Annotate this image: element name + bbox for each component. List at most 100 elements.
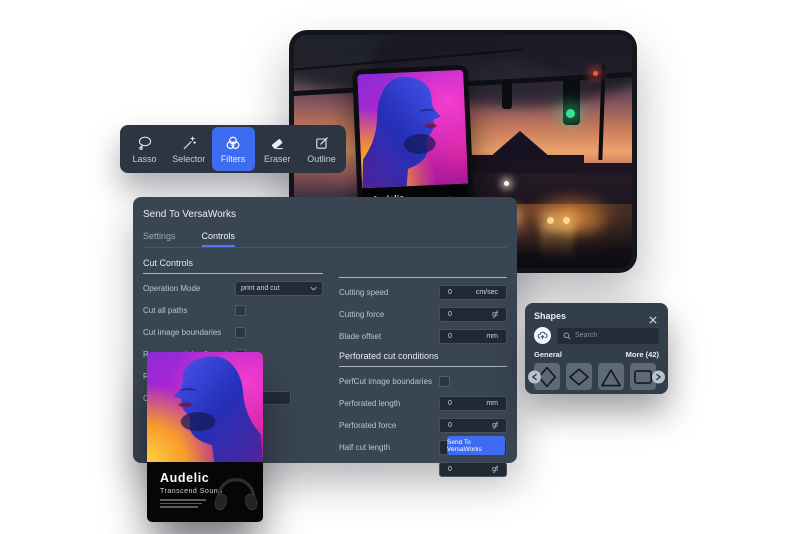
- checkbox-perfcut-image-boundaries[interactable]: [439, 376, 450, 387]
- tool-label: Filters: [221, 154, 246, 164]
- audelic-poster: Audelic Transcend Sound: [147, 352, 263, 522]
- field-label: Operation Mode: [143, 284, 200, 293]
- field-unit: gf: [492, 422, 498, 429]
- shape-search-box: [557, 328, 659, 344]
- eraser-icon: [269, 135, 285, 151]
- field-value: 0: [448, 333, 452, 340]
- shape-tile-diamond[interactable]: [566, 363, 592, 390]
- shape-tiles: [534, 363, 659, 390]
- field-label: Perforated force: [339, 421, 396, 430]
- field-unit: gf: [492, 466, 498, 473]
- checkbox-row: Cut all paths: [143, 299, 323, 321]
- lasso-icon: [137, 135, 153, 151]
- field-label: Cutting force: [339, 310, 384, 319]
- filters-icon: [225, 135, 241, 151]
- field-label: Cut all paths: [143, 306, 187, 315]
- field-label: Blade offset: [339, 332, 381, 341]
- car-headlight: [547, 217, 554, 224]
- tab-controls[interactable]: Controls: [202, 231, 236, 247]
- param-row: Perforated force 0 gf: [339, 414, 507, 436]
- field-value: 0: [448, 422, 452, 429]
- field-label: Perforated length: [339, 399, 400, 408]
- field-unit: gf: [492, 311, 498, 318]
- checkbox-row: PerfCut image boundaries: [339, 370, 507, 392]
- section-underline: [339, 366, 507, 367]
- operation-mode-row: Operation Mode print and cut: [143, 277, 323, 299]
- man-profile-silhouette: [357, 70, 468, 189]
- param-row: Blade offset 0 mm: [339, 325, 507, 347]
- portrait-artwork: [147, 352, 263, 462]
- search-input[interactable]: [575, 332, 653, 339]
- green-traffic-light: [566, 109, 575, 118]
- checkbox-cut-all-paths[interactable]: [235, 305, 246, 316]
- field-unit: cm/sec: [476, 289, 498, 296]
- portrait-artwork: [357, 70, 468, 189]
- chevron-down-icon: [310, 286, 317, 291]
- field-label: Half cut force: [339, 465, 386, 474]
- cutting-speed-input[interactable]: 0 cm/sec: [439, 285, 507, 300]
- chevron-right-icon: [656, 373, 661, 380]
- man-profile-silhouette: [147, 352, 263, 462]
- tool-outline[interactable]: Outline: [300, 127, 343, 171]
- chevron-left-icon: [532, 373, 537, 380]
- traffic-light: [502, 79, 512, 109]
- perforated-length-input[interactable]: 0 mm: [439, 396, 507, 411]
- tool-eraser[interactable]: Eraser: [256, 127, 299, 171]
- upload-shape-button[interactable]: [534, 327, 551, 344]
- field-value: 0: [448, 400, 452, 407]
- outline-icon: [314, 135, 330, 151]
- panel-tabs: Settings Controls: [143, 231, 507, 247]
- section-heading: Perforated cut conditions: [339, 351, 507, 361]
- tool-label: Lasso: [132, 154, 156, 164]
- category-label: General: [534, 350, 562, 359]
- tool-lasso[interactable]: Lasso: [123, 127, 166, 171]
- param-row: Cutting force 0 gf: [339, 303, 507, 325]
- field-unit: mm: [486, 400, 498, 407]
- red-traffic-light: [593, 71, 598, 76]
- more-shapes-link[interactable]: More (42): [626, 350, 659, 359]
- send-to-versaworks-button[interactable]: Send To VersaWorks: [447, 436, 505, 455]
- section-heading: Cut Controls: [143, 258, 323, 268]
- shape-tile-triangle[interactable]: [598, 363, 624, 390]
- tool-filters[interactable]: Filters: [212, 127, 255, 171]
- close-icon: [649, 316, 657, 324]
- street-lamp: [504, 181, 509, 186]
- tab-settings[interactable]: Settings: [143, 231, 176, 247]
- magic-wand-icon: [181, 135, 197, 151]
- field-value: 0: [448, 311, 452, 318]
- param-row: Cutting speed 0 cm/sec: [339, 281, 507, 303]
- field-label: Half cut length: [339, 443, 390, 452]
- car-headlight: [563, 217, 570, 224]
- field-label: PerfCut image boundaries: [339, 377, 432, 386]
- close-button[interactable]: [649, 311, 659, 321]
- field-label: Cutting speed: [339, 288, 388, 297]
- app-canvas: Audelic Transcend Sound: [0, 0, 800, 534]
- section-underline: [339, 277, 507, 278]
- tool-label: Outline: [307, 154, 336, 164]
- half-cut-force-input[interactable]: 0 gf: [439, 462, 507, 477]
- rounded-rectangle-shape-icon: [632, 366, 654, 388]
- divider: [143, 247, 507, 248]
- perforated-force-input[interactable]: 0 gf: [439, 418, 507, 433]
- triangle-shape-icon: [600, 366, 622, 388]
- tool-label: Selector: [172, 154, 205, 164]
- tools-toolbar: Lasso Selector Filters Eraser: [120, 125, 346, 173]
- param-row: Perforated length 0 mm: [339, 392, 507, 414]
- search-icon: [563, 332, 571, 340]
- field-unit: mm: [486, 333, 498, 340]
- operation-mode-select[interactable]: print and cut: [235, 281, 323, 296]
- section-underline: [143, 273, 323, 274]
- panel-title: Shapes: [534, 311, 566, 321]
- headphones-icon: [212, 463, 260, 517]
- shapes-panel: Shapes General More (42): [525, 303, 668, 394]
- carousel-right-button[interactable]: [652, 370, 665, 383]
- checkbox-cut-image-boundaries[interactable]: [235, 327, 246, 338]
- building-gable: [490, 131, 550, 157]
- diamond-shape-icon: [568, 366, 590, 388]
- tool-selector[interactable]: Selector: [167, 127, 210, 171]
- cutting-force-input[interactable]: 0 gf: [439, 307, 507, 322]
- select-value: print and cut: [241, 285, 280, 292]
- blade-offset-input[interactable]: 0 mm: [439, 329, 507, 344]
- poster-text-block: Audelic Transcend Sound: [147, 462, 263, 522]
- carousel-left-button[interactable]: [528, 370, 541, 383]
